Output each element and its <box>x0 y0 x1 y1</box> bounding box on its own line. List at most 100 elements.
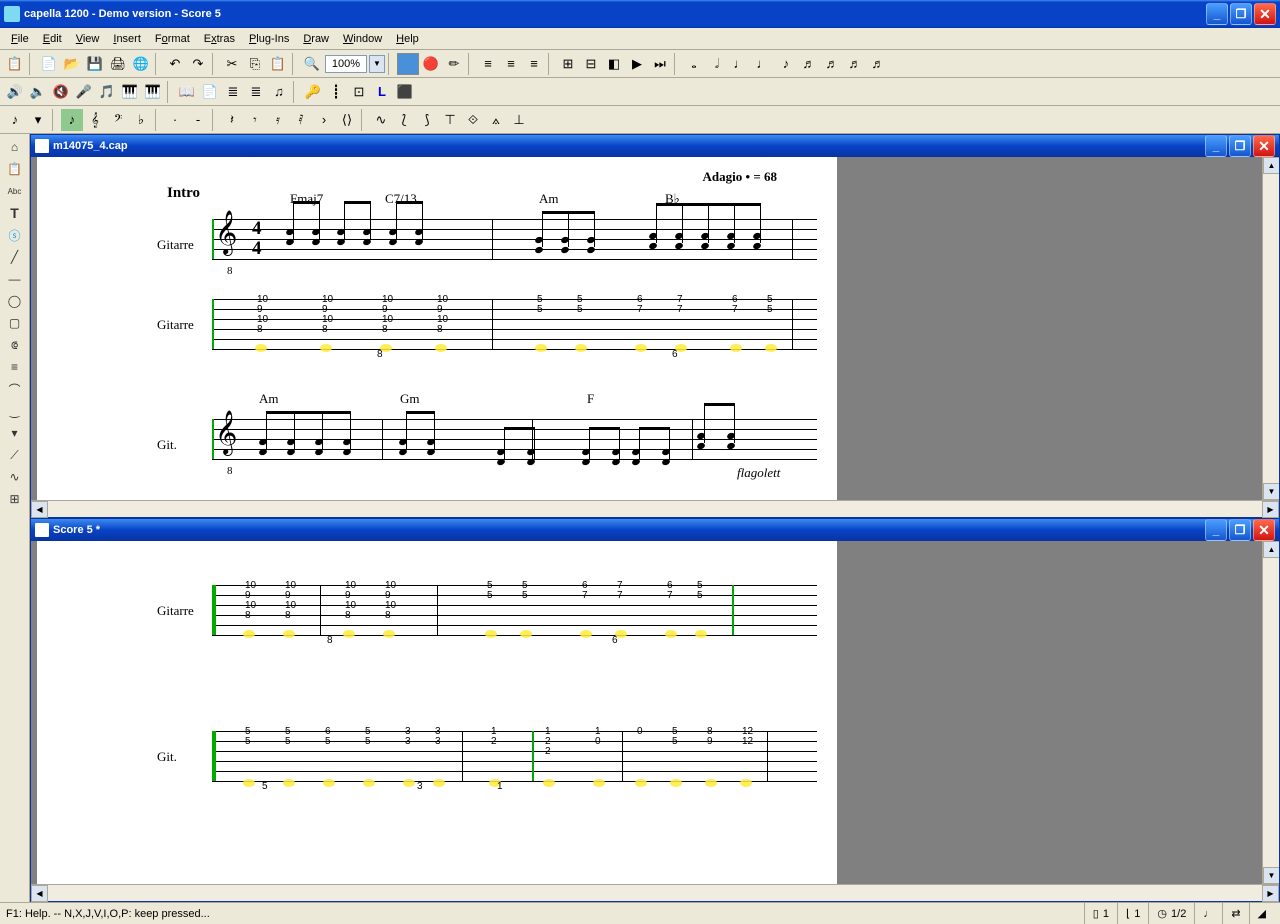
menu-edit[interactable]: Edit <box>36 31 69 47</box>
rest1-button[interactable]: 𝄽 <box>221 109 243 131</box>
align-center-button[interactable]: ≡ <box>500 53 522 75</box>
menu-insert[interactable]: Insert <box>106 31 148 47</box>
new-wizard-button[interactable]: 📋 <box>4 53 26 75</box>
slur-icon[interactable]: ⌒ <box>5 380 25 398</box>
zoom-dropdown[interactable]: ▼ <box>369 55 385 73</box>
treble-clef-button[interactable]: 𝄞 <box>84 109 106 131</box>
page-button[interactable]: 📄 <box>199 81 221 103</box>
speaker-button[interactable]: 🔊 <box>4 81 26 103</box>
color-wheel-button[interactable]: 🔴 <box>420 53 442 75</box>
book-button[interactable]: 📖 <box>176 81 198 103</box>
lines-button[interactable]: ≣ <box>222 81 244 103</box>
line2-icon[interactable]: — <box>5 270 25 288</box>
wave-icon[interactable]: ⟋ <box>5 446 25 464</box>
doc2-titlebar[interactable]: Score 5 * _ ❐ ✕ <box>31 519 1279 541</box>
speaker2-button[interactable]: 🔈 <box>27 81 49 103</box>
menu-draw[interactable]: Draw <box>296 31 336 47</box>
color-blue-button[interactable] <box>397 53 419 75</box>
dot-button[interactable]: · <box>164 109 186 131</box>
save-button[interactable]: 💾 <box>84 53 106 75</box>
text-button[interactable]: ⊡ <box>348 81 370 103</box>
doc1-vscrollbar[interactable]: ▲ ▼ <box>1262 157 1279 500</box>
rest3-button[interactable]: 𝄿 <box>267 109 289 131</box>
text-t-icon[interactable]: T <box>5 204 25 222</box>
scroll-up-button[interactable]: ▲ <box>1263 157 1279 174</box>
doc1-titlebar[interactable]: m14075_4.cap _ ❐ ✕ <box>31 135 1279 157</box>
align-right-button[interactable]: ≡ <box>523 53 545 75</box>
clef-tool-button[interactable]: ♪ <box>61 109 83 131</box>
ornament6-button[interactable]: ⟑ <box>485 109 507 131</box>
menu-extras[interactable]: Extras <box>197 31 242 47</box>
rect-icon[interactable]: ▢ <box>5 314 25 332</box>
doc2-minimize-button[interactable]: _ <box>1205 519 1227 541</box>
scroll-right-button[interactable]: ▶ <box>1262 885 1279 902</box>
grid-icon[interactable]: ⊞ <box>5 490 25 508</box>
flat-button[interactable]: ♭ <box>130 109 152 131</box>
zoom-icon[interactable]: 🔍 <box>301 53 323 75</box>
undo-button[interactable]: ↶ <box>164 53 186 75</box>
zigzag-icon[interactable]: ∿ <box>5 468 25 486</box>
note-quarter-button[interactable]: ♩ <box>729 53 751 75</box>
scroll-down-button[interactable]: ▼ <box>1263 867 1279 884</box>
circle-s-icon[interactable]: ⓢ <box>5 226 25 244</box>
ornament1-button[interactable]: ∿ <box>370 109 392 131</box>
realize-button[interactable]: ⬛ <box>394 81 416 103</box>
scroll-left-button[interactable]: ◀ <box>31 501 48 518</box>
piano-button[interactable]: 🎹 <box>119 81 141 103</box>
close-button[interactable]: ✕ <box>1254 3 1276 25</box>
note-16th-button[interactable]: ♬ <box>798 53 820 75</box>
status-resize-grip[interactable]: ◢ <box>1249 903 1274 924</box>
dropdown-icon[interactable]: ▾ <box>5 424 25 442</box>
doc1-hscrollbar[interactable]: ◀ ▶ <box>31 500 1279 517</box>
menu-format[interactable]: Format <box>148 31 197 47</box>
bracket-icon[interactable]: ⟃ <box>5 336 25 354</box>
note-half-button[interactable]: 𝅗𝅥 <box>706 53 728 75</box>
ornament3-button[interactable]: ⟆ <box>416 109 438 131</box>
dropdown-button[interactable]: ▾ <box>27 109 49 131</box>
tie-icon[interactable]: ‿ <box>5 402 25 420</box>
ornament2-button[interactable]: ⟅ <box>393 109 415 131</box>
new-button[interactable]: 📄 <box>38 53 60 75</box>
note-whole-button[interactable]: 𝅝 <box>683 53 705 75</box>
lines-icon[interactable]: ≡ <box>5 358 25 376</box>
note-quarter2-button[interactable]: ♩ <box>752 53 774 75</box>
web-button[interactable]: 🌐 <box>130 53 152 75</box>
mute-button[interactable]: 🔇 <box>50 81 72 103</box>
highlighter-button[interactable]: ✏ <box>443 53 465 75</box>
paste-button[interactable]: 📋 <box>267 53 289 75</box>
scroll-down-button[interactable]: ▼ <box>1263 483 1279 500</box>
note-tool-button[interactable]: ♪ <box>4 109 26 131</box>
rest2-button[interactable]: 𝄾 <box>244 109 266 131</box>
line-icon[interactable]: ╱ <box>5 248 25 266</box>
dash-button[interactable]: - <box>187 109 209 131</box>
l-button[interactable]: L <box>371 81 393 103</box>
scroll-up-button[interactable]: ▲ <box>1263 541 1279 558</box>
ornament7-button[interactable]: ⊥ <box>508 109 530 131</box>
note-64th-button[interactable]: ♬ <box>844 53 866 75</box>
redo-button[interactable]: ↷ <box>187 53 209 75</box>
accent-button[interactable]: › <box>313 109 335 131</box>
print-button[interactable]: 🖨 <box>107 53 129 75</box>
menu-file[interactable]: File <box>4 31 36 47</box>
minimize-button[interactable]: _ <box>1206 3 1228 25</box>
tool-d-button[interactable]: ▶ <box>626 53 648 75</box>
doc1-close-button[interactable]: ✕ <box>1253 135 1275 157</box>
notes-button[interactable]: ♫ <box>268 81 290 103</box>
tool-a-button[interactable]: ⊞ <box>557 53 579 75</box>
hairpin-button[interactable]: ⟨⟩ <box>336 109 358 131</box>
ornament5-button[interactable]: ⟐ <box>462 109 484 131</box>
doc2-maximize-button[interactable]: ❐ <box>1229 519 1251 541</box>
mic-button[interactable]: 🎤 <box>73 81 95 103</box>
doc2-hscrollbar[interactable]: ◀ ▶ <box>31 884 1279 901</box>
tool-c-button[interactable]: ◧ <box>603 53 625 75</box>
cut-button[interactable]: ✂ <box>221 53 243 75</box>
note-32nd-button[interactable]: ♬ <box>821 53 843 75</box>
abc-icon[interactable]: Abc <box>5 182 25 200</box>
doc2-page[interactable]: Gitarre 10910810910810910810910855556777… <box>37 541 837 884</box>
open-button[interactable]: 📂 <box>61 53 83 75</box>
piano2-button[interactable]: 🎹 <box>142 81 164 103</box>
barline-button[interactable]: ┋ <box>325 81 347 103</box>
bass-clef-button[interactable]: 𝄢 <box>107 109 129 131</box>
lines2-button[interactable]: ≣ <box>245 81 267 103</box>
align-left-button[interactable]: ≡ <box>477 53 499 75</box>
